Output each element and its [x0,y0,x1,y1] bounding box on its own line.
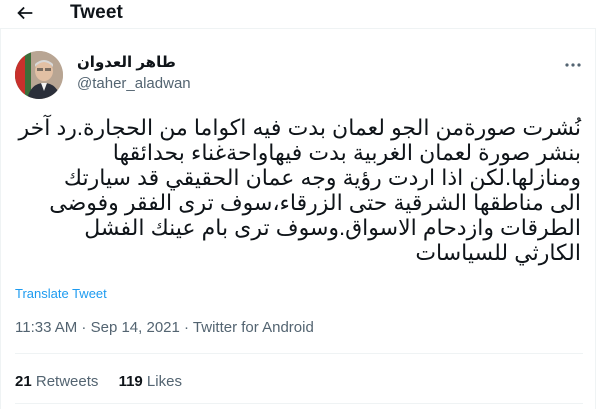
retweets-label: Retweets [31,373,99,390]
divider [15,403,583,404]
tweet-text-line: ومنازلها.لكن اذا اردت رؤية وجه عمان الحق… [63,165,581,190]
tweet-text-line: الى مناطقها الشرقية حتى الزرقاء،سوف ترى … [49,190,581,215]
tweet-date[interactable]: Sep 14, 2021 [91,319,180,336]
likes-count: 119 [118,373,143,390]
avatar[interactable] [15,51,63,99]
tweet-text-line: نُشرت صورةمن الجو لعمان بدت فيه اكواما م… [18,115,581,140]
page-title: Tweet [70,2,123,23]
tweet-time[interactable]: 11:33 AM [15,319,77,336]
tweet-text: نُشرت صورةمن الجو لعمان بدت فيه اكواما م… [15,115,581,265]
retweets-stat[interactable]: 21 Retweets [15,373,98,390]
top-bar: Tweet [0,0,598,28]
author-handle[interactable]: @taher_aladwan [77,75,191,92]
likes-label: Likes [142,373,182,390]
author-name[interactable]: طاهر العدوان [77,53,176,71]
meta-separator: · [179,319,193,336]
meta-separator: · [77,319,91,336]
tweet-source[interactable]: Twitter for Android [193,319,314,336]
tweet-text-line: بنشر صورة لعمان الغربية بدت فيهاواحةغناء… [112,140,581,165]
tweet-card: طاهر العدوان @taher_aladwan نُشرت صورةمن… [0,28,596,409]
tweet-text-line: الطرقات وازدحام الاسواق.وسوف ترى بام عين… [84,215,581,240]
retweets-count: 21 [15,373,32,390]
translate-tweet-link[interactable]: Translate Tweet [15,286,107,301]
more-horizontal-icon [565,63,581,67]
more-options-button[interactable] [563,55,583,75]
back-button[interactable] [14,2,42,24]
tweet-stats: 21 Retweets 119 Likes [15,373,198,390]
arrow-left-icon [17,6,33,20]
likes-stat[interactable]: 119 Likes [119,373,182,390]
profile-photo [15,51,63,99]
tweet-text-line: الكارثي للسياسات [415,240,581,265]
divider [15,353,583,354]
tweet-meta: 11:33 AM · Sep 14, 2021 · Twitter for An… [15,319,314,336]
